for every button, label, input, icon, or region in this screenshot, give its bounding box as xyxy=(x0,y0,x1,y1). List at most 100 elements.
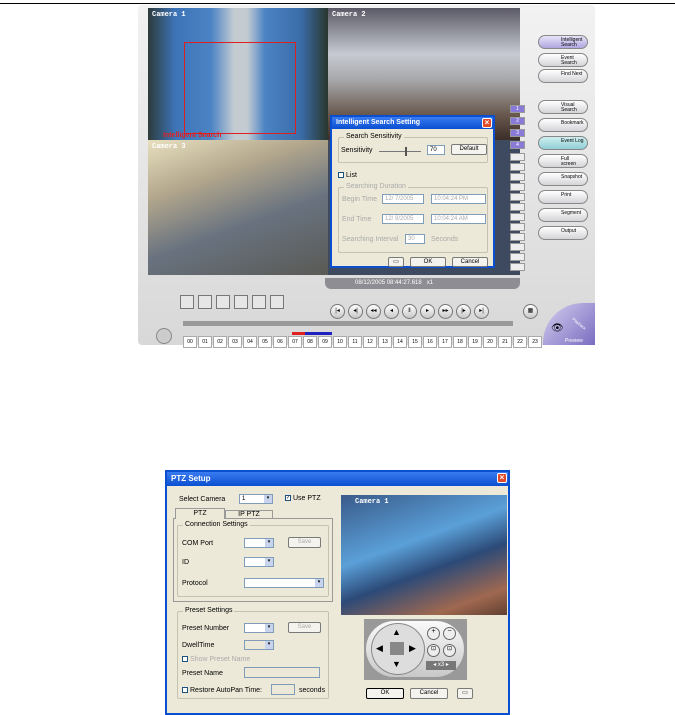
channel-button[interactable] xyxy=(510,233,525,241)
pan-left-icon[interactable]: ◀ xyxy=(376,643,383,654)
end-time[interactable]: 10:04:24 AM xyxy=(431,214,486,224)
preset-number-dropdown[interactable]: ▾ xyxy=(244,623,274,633)
layout-13-button[interactable] xyxy=(270,295,284,309)
zoom-in-icon[interactable]: + xyxy=(427,627,440,640)
hour-cell[interactable]: 13 xyxy=(378,336,392,348)
hour-cell[interactable]: 06 xyxy=(273,336,287,348)
channel-3-button[interactable]: 3 xyxy=(510,129,525,137)
print-icon[interactable]: ▭ xyxy=(457,688,473,699)
hour-cell[interactable]: 15 xyxy=(408,336,422,348)
find-next-button[interactable]: Find Next xyxy=(538,69,588,83)
hour-cell[interactable]: 14 xyxy=(393,336,407,348)
bookmark-button[interactable]: Bookmark xyxy=(538,118,588,132)
close-icon[interactable]: × xyxy=(497,473,507,483)
com-port-dropdown[interactable]: ▾ xyxy=(244,538,274,548)
step-forward-button[interactable]: |▸ xyxy=(456,304,471,319)
camera-view-1[interactable]: Camera 1 Intelligent Search xyxy=(148,8,328,140)
begin-date[interactable]: 12/ 7/2005 xyxy=(382,194,424,204)
hour-cell[interactable]: 23 xyxy=(528,336,542,348)
channel-button[interactable] xyxy=(510,163,525,171)
channel-button[interactable] xyxy=(510,183,525,191)
channel-button[interactable] xyxy=(510,153,525,161)
hour-cell[interactable]: 18 xyxy=(453,336,467,348)
default-button[interactable]: Default xyxy=(451,144,487,155)
camera-view-3[interactable]: Camera 3 xyxy=(148,140,328,275)
reverse-play-button[interactable]: ◂ xyxy=(384,304,399,319)
clock-icon[interactable] xyxy=(156,328,172,344)
tilt-up-icon[interactable]: ▲ xyxy=(392,627,401,637)
search-region[interactable] xyxy=(184,42,296,134)
hour-cell[interactable]: 08 xyxy=(303,336,317,348)
print-button[interactable]: Print xyxy=(538,190,588,204)
sensitivity-value[interactable]: 70 xyxy=(427,145,445,155)
show-preset-name-checkbox[interactable]: Show Preset Name xyxy=(182,656,250,663)
channel-button[interactable] xyxy=(510,223,525,231)
channel-button[interactable] xyxy=(510,203,525,211)
ok-button[interactable]: OK xyxy=(410,257,446,267)
hour-cell[interactable]: 19 xyxy=(468,336,482,348)
ok-button[interactable]: OK xyxy=(366,688,404,699)
speed-selector[interactable]: ◂ x3 ▸ xyxy=(426,661,456,670)
id-dropdown[interactable]: ▾ xyxy=(244,557,274,567)
calendar-icon[interactable]: ▦ xyxy=(523,304,538,319)
save-connection-button[interactable]: Save xyxy=(288,537,321,548)
hour-cell[interactable]: 22 xyxy=(513,336,527,348)
hour-cell[interactable]: 11 xyxy=(348,336,362,348)
layout-1-button[interactable] xyxy=(180,295,194,309)
pan-right-icon[interactable]: ▶ xyxy=(409,643,416,654)
tab-ptz[interactable]: PTZ xyxy=(175,508,225,519)
focus-near-icon[interactable]: ⊡ xyxy=(427,644,440,657)
layout-16-button[interactable] xyxy=(234,295,248,309)
timeline-scrollbar[interactable] xyxy=(183,321,513,326)
hour-cell[interactable]: 17 xyxy=(438,336,452,348)
event-log-button[interactable]: Event Log xyxy=(538,136,588,150)
hour-cell[interactable]: 02 xyxy=(213,336,227,348)
preset-name-input[interactable] xyxy=(244,667,320,678)
channel-button[interactable] xyxy=(510,213,525,221)
channel-button[interactable] xyxy=(510,263,525,271)
visual-search-button[interactable]: Visual Search xyxy=(538,100,588,114)
hour-cell[interactable]: 01 xyxy=(198,336,212,348)
channel-1-button[interactable]: 1 xyxy=(510,105,525,113)
end-date[interactable]: 12/ 8/2005 xyxy=(382,214,424,224)
select-camera-dropdown[interactable]: 1 ▾ xyxy=(239,494,273,504)
cancel-button[interactable]: Cancel xyxy=(410,688,448,699)
hour-cell[interactable]: 00 xyxy=(183,336,197,348)
event-search-button[interactable]: Event Search xyxy=(538,53,588,67)
pause-button[interactable]: ‖ xyxy=(402,304,417,319)
play-button[interactable]: ▸ xyxy=(420,304,435,319)
dwell-time-dropdown[interactable]: ▾ xyxy=(244,640,274,650)
channel-button[interactable] xyxy=(510,253,525,261)
use-ptz-checkbox[interactable]: ✓ Use PTZ xyxy=(285,495,321,502)
hour-cell[interactable]: 03 xyxy=(228,336,242,348)
channel-4-button[interactable]: 4 xyxy=(510,141,525,149)
tilt-down-icon[interactable]: ▼ xyxy=(392,659,401,669)
fast-rewind-button[interactable]: ◂◂ xyxy=(366,304,381,319)
step-back-button[interactable]: ◂| xyxy=(348,304,363,319)
go-start-button[interactable]: |◂ xyxy=(330,304,345,319)
hour-cell[interactable]: 09 xyxy=(318,336,332,348)
cancel-button[interactable]: Cancel xyxy=(452,257,488,267)
protocol-dropdown[interactable]: ▾ xyxy=(244,578,324,588)
print-icon[interactable]: ▭ xyxy=(388,257,404,267)
segment-button[interactable]: Segment xyxy=(538,208,588,222)
channel-2-button[interactable]: 2 xyxy=(510,117,525,125)
hour-cell[interactable]: 10 xyxy=(333,336,347,348)
zoom-out-icon[interactable]: − xyxy=(443,627,456,640)
hour-cell[interactable]: 07 xyxy=(288,336,302,348)
channel-button[interactable] xyxy=(510,173,525,181)
interval-value[interactable]: 30 xyxy=(405,234,425,244)
hour-cell[interactable]: 20 xyxy=(483,336,497,348)
snapshot-button[interactable]: Snapshot xyxy=(538,172,588,186)
layout-9-button[interactable] xyxy=(216,295,230,309)
output-button[interactable]: Output xyxy=(538,226,588,240)
go-end-button[interactable]: ▸| xyxy=(474,304,489,319)
fast-forward-button[interactable]: ▸▸ xyxy=(438,304,453,319)
channel-button[interactable] xyxy=(510,243,525,251)
close-icon[interactable]: × xyxy=(482,118,492,128)
hour-cell[interactable]: 12 xyxy=(363,336,377,348)
hour-cell[interactable]: 16 xyxy=(423,336,437,348)
hour-cell[interactable]: 05 xyxy=(258,336,272,348)
save-preset-button[interactable]: Save xyxy=(288,622,321,633)
layout-6-button[interactable] xyxy=(252,295,266,309)
